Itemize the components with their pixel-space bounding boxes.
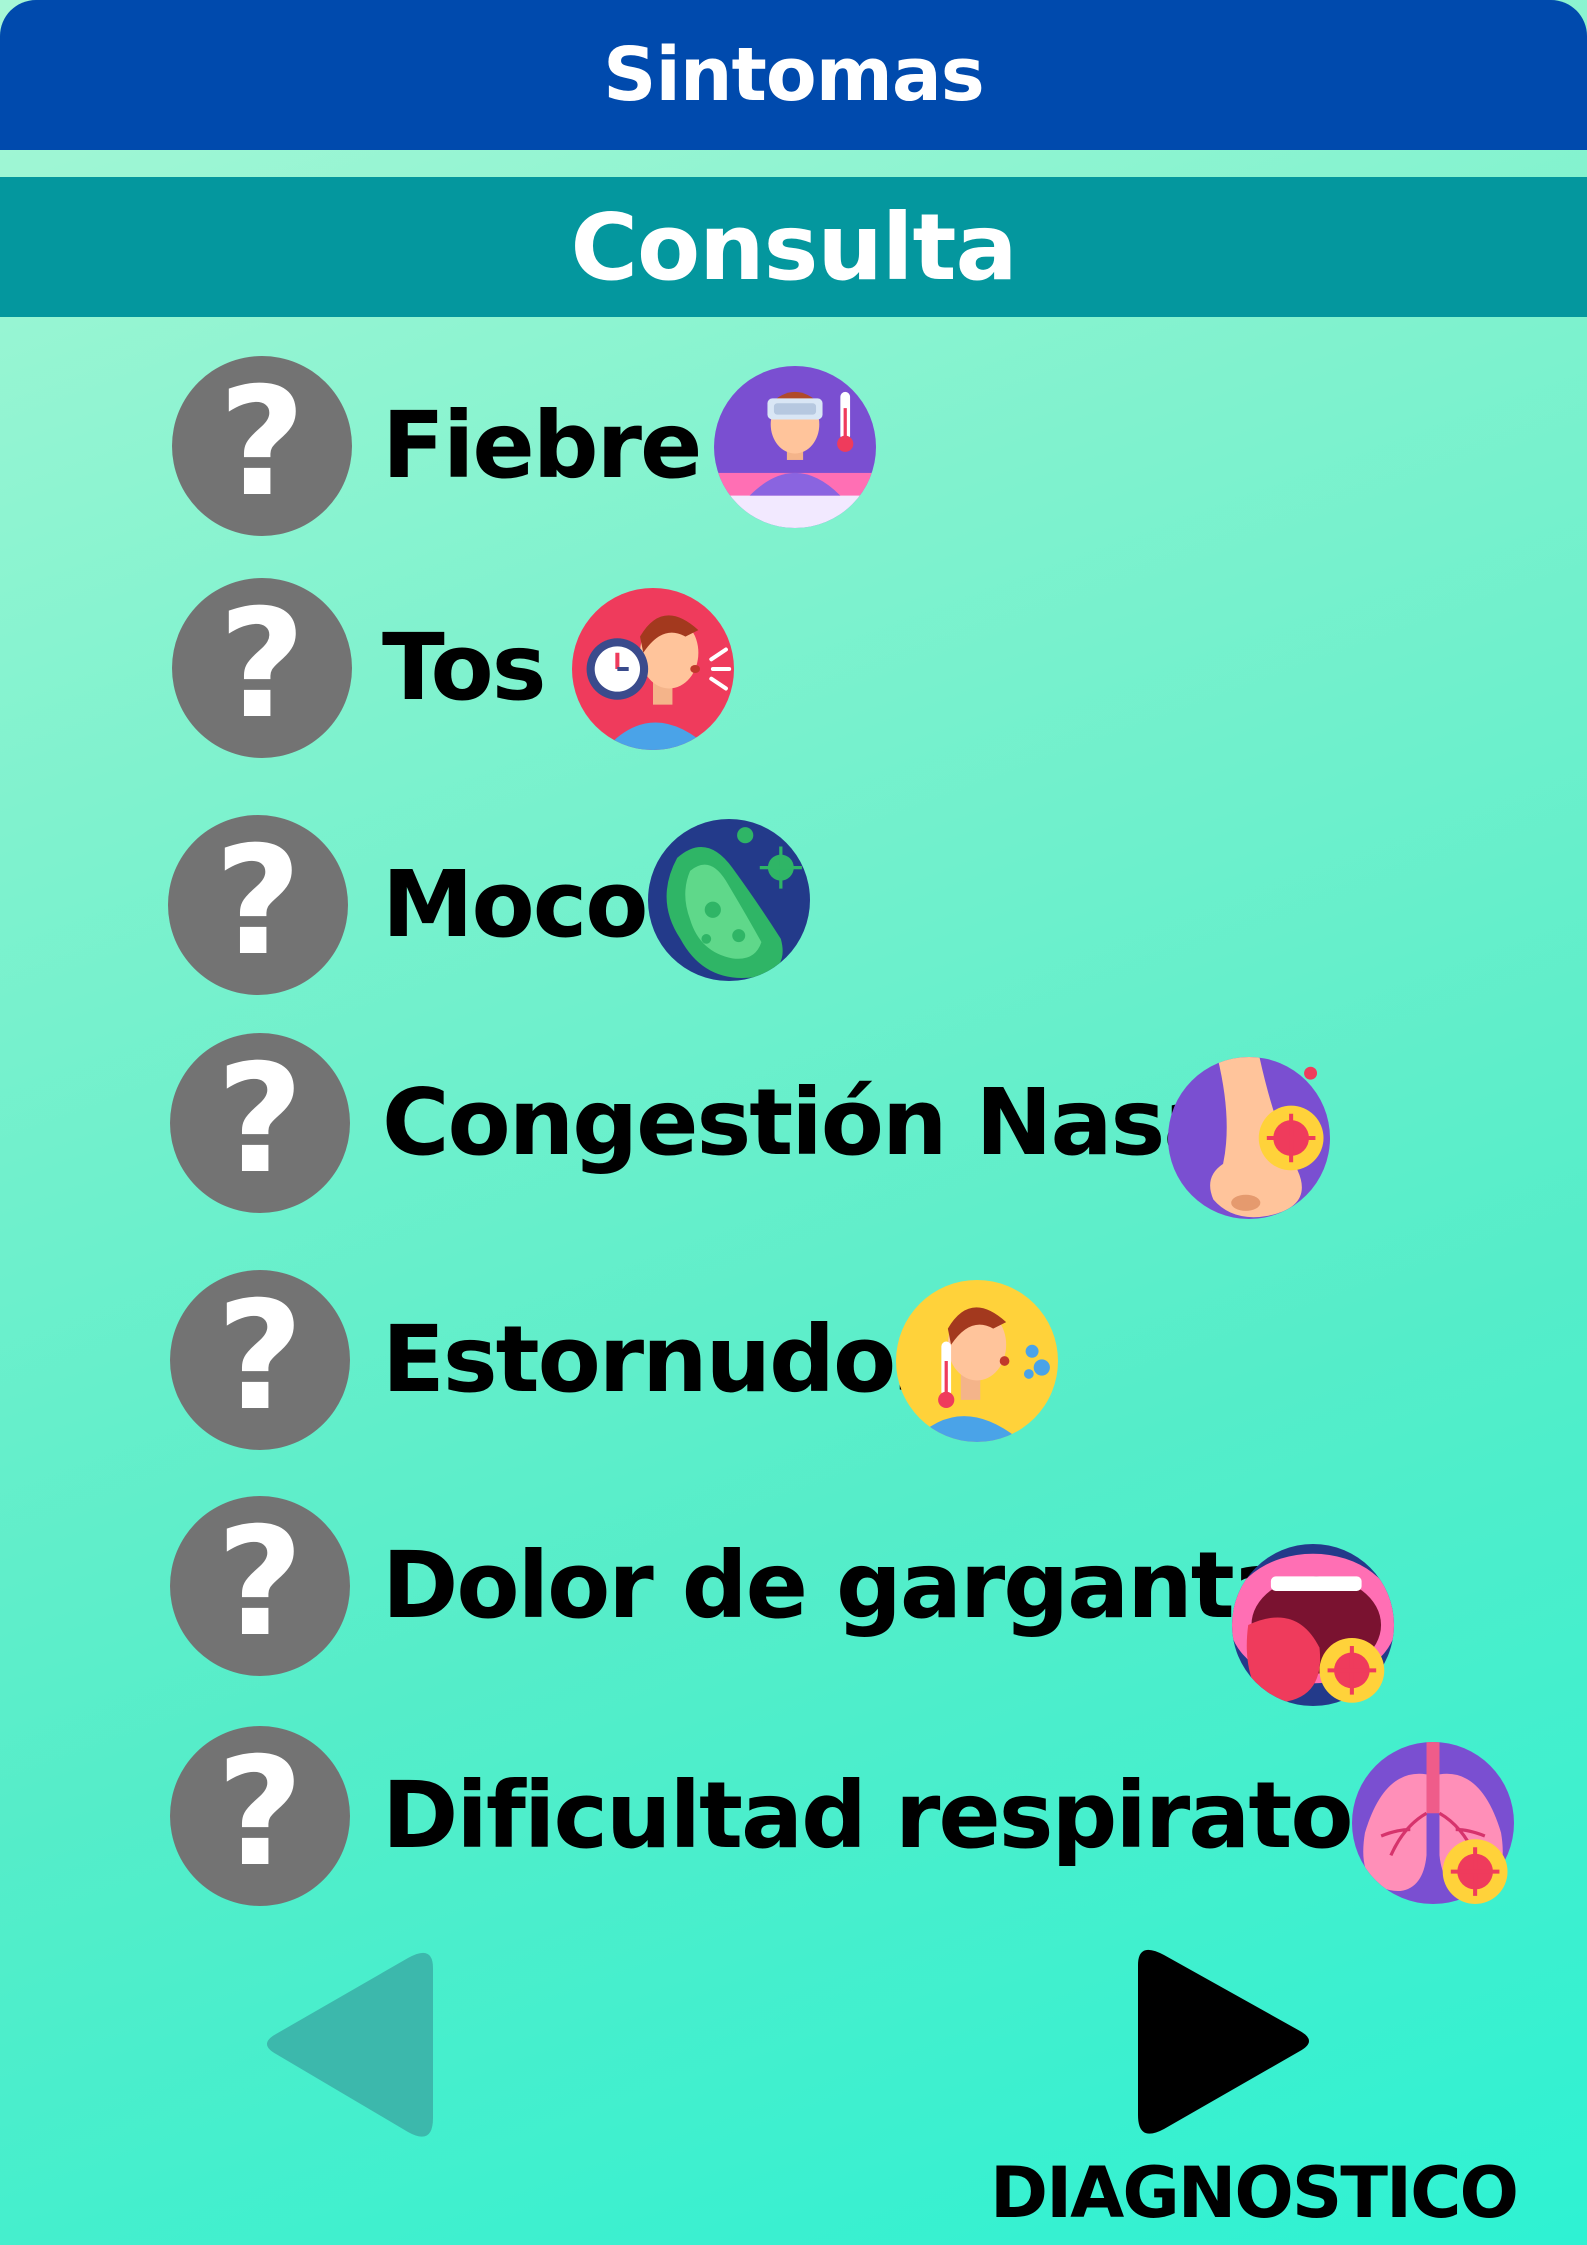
symptom-label-breathing-difficulty: Dificultad respiratoria [382,1762,1487,1869]
next-button[interactable] [1130,1945,1330,2145]
back-button[interactable] [258,1948,458,2148]
symptom-row-sneeze: ? Estornudos [0,1270,1587,1450]
symptom-row-sore-throat: ? Dolor de garganta [0,1496,1587,1706]
symptom-row-cough: ? Tos [0,578,1587,758]
question-mark: ? [216,1726,304,1900]
symptom-row-nasal-congestion: ? Congestión Nasal [0,1033,1587,1219]
symptom-label-cough: Tos [382,614,547,721]
question-mark: ? [216,1496,304,1670]
symptom-label-mucus: Moco [382,851,648,958]
symptom-label-fever: Fiebre [382,392,702,499]
question-button-fever[interactable]: ? [172,356,352,536]
question-mark: ? [218,578,306,752]
symptom-label-sore-throat: Dolor de garganta [382,1532,1295,1639]
symptom-row-mucus: ? Moco [0,815,1587,995]
subheader-bar: Consulta [0,177,1587,317]
mucus-icon [648,819,810,981]
header-title: Sintomas [603,32,985,118]
cough-icon [572,588,734,750]
question-mark: ? [216,1033,304,1207]
question-button-cough[interactable]: ? [172,578,352,758]
sore-throat-icon [1232,1544,1394,1706]
question-mark: ? [214,815,302,989]
question-button-mucus[interactable]: ? [168,815,348,995]
header-bar: Sintomas [0,0,1587,150]
question-button-nasal-congestion[interactable]: ? [170,1033,350,1213]
page-title: Consulta [570,193,1017,301]
sneeze-icon [896,1280,1058,1442]
symptom-row-breathing-difficulty: ? Dificultad respiratoria [0,1726,1587,1906]
question-mark: ? [218,356,306,530]
symptom-label-sneeze: Estornudos [382,1306,949,1413]
lungs-icon [1352,1742,1514,1904]
fever-icon [714,366,876,528]
question-button-sneeze[interactable]: ? [170,1270,350,1450]
next-button-label[interactable]: DIAGNOSTICO [990,2152,1519,2234]
symptom-row-fever: ? Fiebre [0,356,1587,536]
question-mark: ? [216,1270,304,1444]
question-button-breathing-difficulty[interactable]: ? [170,1726,350,1906]
question-button-sore-throat[interactable]: ? [170,1496,350,1676]
nasal-congestion-icon [1168,1057,1330,1219]
symptom-label-nasal-congestion: Congestión Nasal [382,1069,1255,1176]
